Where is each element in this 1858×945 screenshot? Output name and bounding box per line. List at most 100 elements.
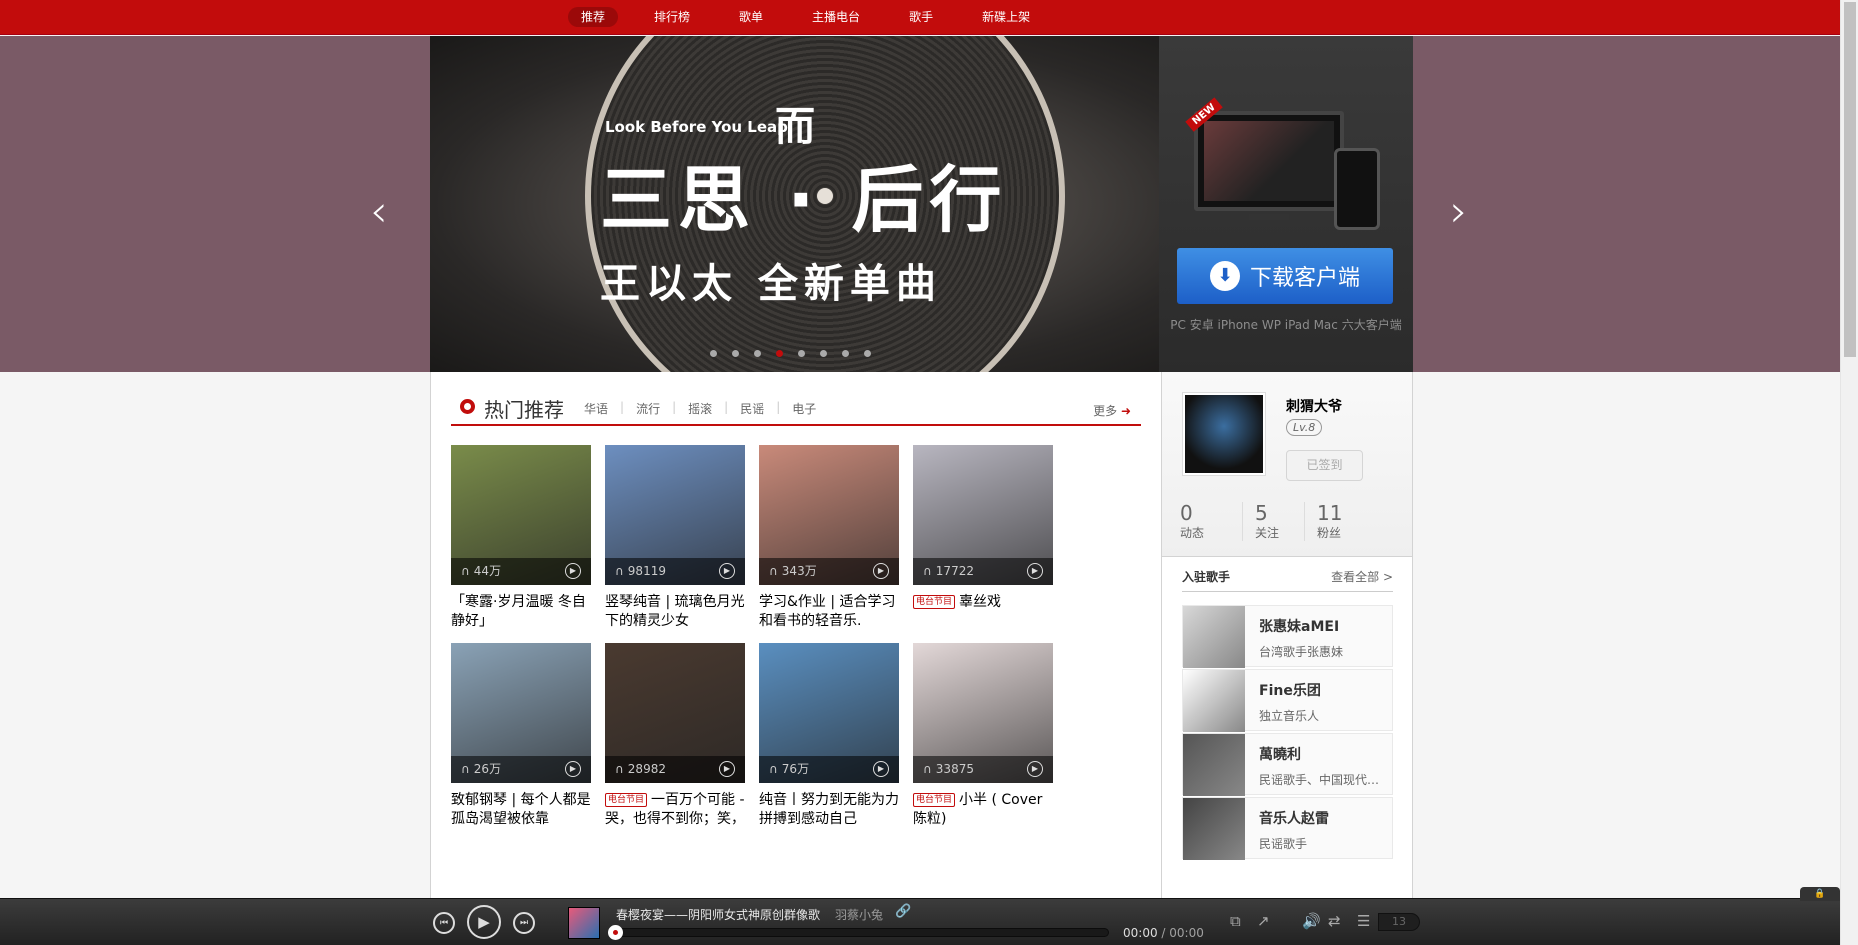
playlist-card[interactable]: ∩ 76万 ▶ 纯音丨努力到无能为力 拼搏到感动自己 bbox=[759, 643, 899, 829]
playlist-count[interactable]: 13 bbox=[1378, 913, 1420, 931]
singer-item[interactable]: 张惠妹aMEI 台湾歌手张惠妹 bbox=[1182, 605, 1393, 668]
play-icon[interactable]: ▶ bbox=[873, 761, 889, 777]
singer-item[interactable]: Fine乐团 独立音乐人 bbox=[1182, 669, 1393, 732]
banner-dot[interactable] bbox=[732, 350, 739, 357]
genre-tab[interactable]: 华语 bbox=[584, 400, 608, 417]
subnav-item[interactable]: 歌手 bbox=[896, 7, 946, 27]
play-icon[interactable]: ▶ bbox=[565, 563, 581, 579]
subnav-item[interactable]: 主播电台 bbox=[799, 7, 873, 27]
playlist-caption[interactable]: 电台节目 小半 ( Cover 陈粒) bbox=[913, 791, 1053, 829]
singer-avatar[interactable] bbox=[1183, 798, 1245, 860]
playlist-card[interactable]: ∩ 44万 ▶ 「寒露·岁月温暖 冬自静好」 bbox=[451, 445, 591, 631]
playlist-cover[interactable]: ∩ 44万 ▶ bbox=[451, 445, 591, 585]
progress-bar[interactable] bbox=[616, 928, 1109, 937]
playlist-caption[interactable]: 学习&作业 | 适合学习和看书的轻音乐. bbox=[759, 593, 899, 631]
genre-tab[interactable]: 摇滚 bbox=[688, 400, 712, 417]
caption-text[interactable]: 学习&作业 | 适合学习和看书的轻音乐. bbox=[759, 594, 896, 629]
singer-item[interactable]: 音乐人赵雷 民谣歌手 bbox=[1182, 797, 1393, 860]
genre-tab[interactable]: 流行 bbox=[636, 400, 660, 417]
page-scrollbar[interactable] bbox=[1840, 0, 1858, 945]
view-all-link[interactable]: 查看全部 > bbox=[1331, 568, 1393, 585]
singer-name[interactable]: 萬曉利 bbox=[1259, 744, 1301, 764]
play-button[interactable]: ▶ bbox=[467, 905, 501, 939]
playlist-cover[interactable]: ∩ 76万 ▶ bbox=[759, 643, 899, 783]
playlist-cover[interactable]: ∩ 17722 ▶ bbox=[913, 445, 1053, 585]
banner-dot[interactable] bbox=[710, 350, 717, 357]
subnav-item[interactable]: 推荐 bbox=[568, 7, 619, 27]
banner-dot[interactable] bbox=[776, 350, 783, 357]
banner-dot[interactable] bbox=[820, 350, 827, 357]
loop-icon[interactable]: ⇄ bbox=[1328, 912, 1341, 930]
singer-avatar[interactable] bbox=[1183, 670, 1245, 732]
singer-avatar[interactable] bbox=[1183, 606, 1245, 668]
user-stat[interactable]: 11 粉丝 bbox=[1304, 502, 1366, 541]
playlist-cover[interactable]: ∩ 98119 ▶ bbox=[605, 445, 745, 585]
banner-prev-arrow[interactable]: ‹ bbox=[370, 186, 388, 237]
singer-name[interactable]: Fine乐团 bbox=[1259, 680, 1321, 700]
genre-tab[interactable]: 民谣 bbox=[740, 400, 764, 417]
play-icon[interactable]: ▶ bbox=[1027, 761, 1043, 777]
link-icon[interactable]: 🔗 bbox=[895, 904, 911, 919]
user-level-badge[interactable]: Lv.8 bbox=[1286, 419, 1323, 436]
user-name[interactable]: 刺猬大爷 bbox=[1286, 396, 1342, 416]
playlist-caption[interactable]: 纯音丨努力到无能为力 拼搏到感动自己 bbox=[759, 791, 899, 829]
caption-text[interactable]: 竖琴纯音 | 琉璃色月光下的精灵少女 bbox=[605, 594, 745, 629]
track-cover[interactable] bbox=[568, 907, 600, 939]
playlist-card[interactable]: ∩ 98119 ▶ 竖琴纯音 | 琉璃色月光下的精灵少女 bbox=[605, 445, 745, 631]
user-stat[interactable]: 5 关注 bbox=[1242, 502, 1304, 541]
playlist-card[interactable]: ∩ 343万 ▶ 学习&作业 | 适合学习和看书的轻音乐. bbox=[759, 445, 899, 631]
subnav-item[interactable]: 排行榜 bbox=[641, 7, 703, 27]
singer-name[interactable]: 音乐人赵雷 bbox=[1259, 808, 1329, 828]
playlist-card[interactable]: ∩ 26万 ▶ 致郁钢琴 | 每个人都是孤岛渴望被依靠 bbox=[451, 643, 591, 829]
lock-icon[interactable]: 🔒 bbox=[1800, 887, 1840, 901]
caption-text[interactable]: 辜丝戏 bbox=[959, 594, 1001, 610]
play-icon[interactable]: ▶ bbox=[565, 761, 581, 777]
subnav-item[interactable]: 歌单 bbox=[726, 7, 776, 27]
track-title[interactable]: 春樱夜宴——阴阳师女式神原创群像歌 bbox=[616, 906, 820, 923]
caption-text[interactable]: 致郁钢琴 | 每个人都是孤岛渴望被依靠 bbox=[451, 792, 591, 827]
avatar[interactable] bbox=[1182, 392, 1266, 476]
playlist-cover[interactable]: ∩ 26万 ▶ bbox=[451, 643, 591, 783]
share-icon[interactable]: ↗ bbox=[1257, 912, 1270, 930]
picture-in-picture-icon[interactable]: ⧉ bbox=[1230, 912, 1241, 930]
caption-text[interactable]: 纯音丨努力到无能为力 拼搏到感动自己 bbox=[759, 792, 899, 827]
scrollbar-thumb[interactable] bbox=[1844, 2, 1856, 357]
banner-image[interactable]: Look Before You Leap 而 三思 · 后行 王以太 全新单曲 bbox=[430, 36, 1159, 372]
playlist-cover[interactable]: ∩ 28982 ▶ bbox=[605, 643, 745, 783]
progress-knob[interactable] bbox=[608, 925, 623, 940]
playlist-caption[interactable]: 电台节目一百万个可能 - 哭，也得不到你；笑，也得不到你 bbox=[605, 791, 745, 829]
singer-avatar[interactable] bbox=[1183, 734, 1245, 796]
next-button[interactable]: ⏭ bbox=[513, 912, 535, 934]
singer-name[interactable]: 张惠妹aMEI bbox=[1259, 616, 1339, 636]
banner-dot[interactable] bbox=[864, 350, 871, 357]
playlist-card[interactable]: ∩ 33875 ▶ 电台节目 小半 ( Cover 陈粒) bbox=[913, 643, 1053, 829]
more-link[interactable]: 更多 ➜ bbox=[1093, 402, 1131, 419]
subnav-item[interactable]: 新碟上架 bbox=[969, 7, 1043, 27]
playlist-card[interactable]: ∩28982 ▶ 电台节目一百万个可能 - 哭，也得不到你；笑，也得不到你 bbox=[605, 643, 745, 829]
banner-dot[interactable] bbox=[842, 350, 849, 357]
section-title[interactable]: 热门推荐 bbox=[484, 394, 564, 423]
banner-dot[interactable] bbox=[754, 350, 761, 357]
playlist-caption[interactable]: 致郁钢琴 | 每个人都是孤岛渴望被依靠 bbox=[451, 791, 591, 829]
track-artist[interactable]: 羽蔡小兔 bbox=[835, 906, 883, 923]
user-stat[interactable]: 0 动态 bbox=[1180, 502, 1242, 541]
playlist-caption[interactable]: 「寒露·岁月温暖 冬自静好」 bbox=[451, 593, 591, 631]
banner-dot[interactable] bbox=[798, 350, 805, 357]
playlist-cover[interactable]: ∩ 33875 ▶ bbox=[913, 643, 1053, 783]
playlist-icon[interactable]: ☰ bbox=[1357, 912, 1370, 930]
playlist-card[interactable]: ∩ 17722 ▶ 电台节目 辜丝戏 bbox=[913, 445, 1053, 631]
singer-item[interactable]: 萬曉利民谣歌手、中国现代民谣的代表人物之一 bbox=[1182, 733, 1393, 796]
playlist-caption[interactable]: 电台节目 辜丝戏 bbox=[913, 593, 1053, 631]
genre-tab[interactable]: 电子 bbox=[792, 400, 816, 417]
banner-next-arrow[interactable]: › bbox=[1450, 186, 1468, 237]
play-icon[interactable]: ▶ bbox=[873, 563, 889, 579]
play-icon[interactable]: ▶ bbox=[1027, 563, 1043, 579]
play-icon[interactable]: ▶ bbox=[719, 563, 735, 579]
volume-icon[interactable]: 🔊 bbox=[1302, 912, 1321, 930]
caption-text[interactable]: 「寒露·岁月温暖 冬自静好」 bbox=[451, 594, 586, 629]
checkin-button[interactable]: 已签到 bbox=[1286, 450, 1363, 481]
playlist-cover[interactable]: ∩ 343万 ▶ bbox=[759, 445, 899, 585]
previous-button[interactable]: ⏮ bbox=[433, 912, 455, 934]
download-client-button[interactable]: ⬇ 下载客户端 bbox=[1177, 248, 1393, 304]
play-icon[interactable]: ▶ bbox=[719, 761, 735, 777]
